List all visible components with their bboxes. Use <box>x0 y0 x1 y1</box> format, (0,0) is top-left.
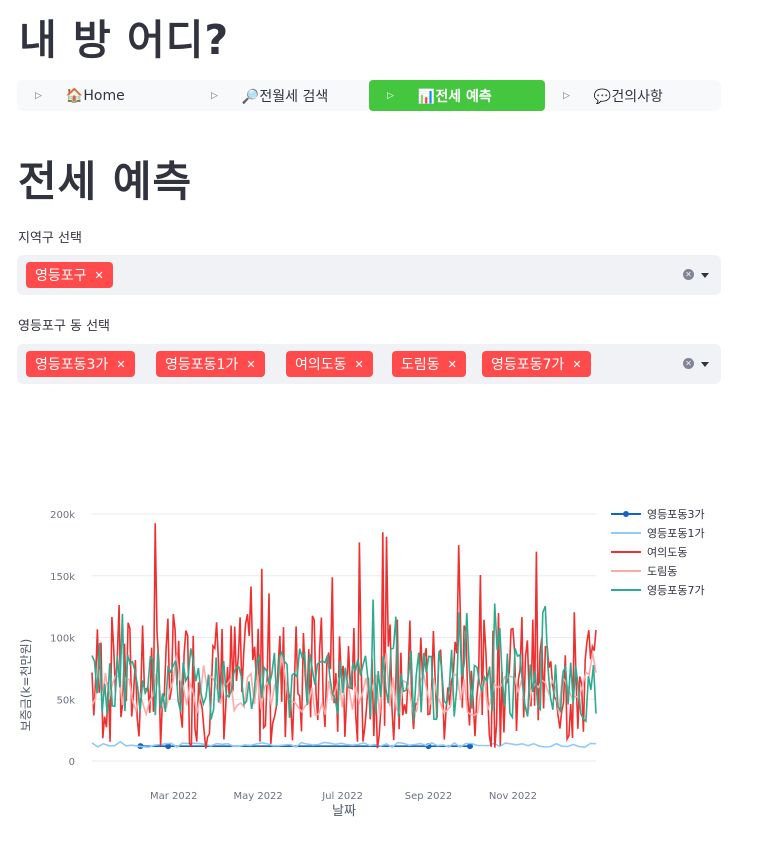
series-line <box>91 523 597 749</box>
chart-series <box>91 523 597 750</box>
legend-item[interactable]: 영등포동3가 <box>647 508 705 521</box>
x-tick-label: Mar 2022 <box>150 791 198 802</box>
chevron-down-icon[interactable] <box>701 362 709 367</box>
nav-item-home[interactable]: ▷ 🏠Home <box>17 80 193 111</box>
remove-tag-icon[interactable]: ✕ <box>355 358 364 371</box>
y-axis-label: 보증금(k=천만원) <box>18 639 33 732</box>
tag-label: 영등포구 <box>35 268 87 284</box>
chevron-down-icon[interactable] <box>701 273 709 278</box>
nav-item-label: 💬건의사항 <box>593 88 663 105</box>
y-tick-label: 150k <box>50 572 75 583</box>
x-tick-label: May 2022 <box>233 791 282 802</box>
nav-item-rent-search[interactable]: ▷ 🔎전월세 검색 <box>193 80 369 111</box>
legend-marker <box>623 511 629 517</box>
district-tag[interactable]: 영등포구 ✕ <box>26 262 113 288</box>
tag-label: 도림동 <box>401 357 440 373</box>
nav-item-label: 🏠Home <box>65 87 125 104</box>
page-title: 전세 예측 <box>18 157 193 206</box>
y-tick-label: 200k <box>50 510 75 521</box>
tag-label: 영등포동1가 <box>165 357 239 373</box>
remove-tag-icon[interactable]: ✕ <box>448 358 457 371</box>
deposit-line-chart: 0 50k 100k 150k 200k Mar 2022 May 2022 Jul 202… <box>18 508 705 819</box>
nav-item-jeonse-prediction[interactable]: ▷ 📊전세 예측 <box>369 80 545 111</box>
x-axis-label: 날짜 <box>332 804 356 819</box>
navigation-menu: ▷ 🏠Home ▷ 🔎전월세 검색 ▷ 📊전세 예측 ▷ 💬건의사항 <box>17 80 721 111</box>
caret-right-icon: ▷ <box>387 90 394 101</box>
x-tick-label: Sep 2022 <box>405 791 452 802</box>
caret-right-icon: ▷ <box>563 90 570 101</box>
dong-multiselect[interactable]: 영등포동3가 ✕ 영등포동1가 ✕ 여의도동 ✕ 도림동 ✕ 영등포동7가 ✕ … <box>17 344 721 384</box>
district-multiselect[interactable]: 영등포구 ✕ ✕ <box>17 255 721 295</box>
dong-tag[interactable]: 영등포동1가 ✕ <box>156 351 265 377</box>
dong-tag[interactable]: 도림동 ✕ <box>392 351 466 377</box>
dong-tag[interactable]: 영등포동7가 ✕ <box>482 351 591 377</box>
tag-label: 여의도동 <box>295 357 347 373</box>
dong-tag[interactable]: 영등포동3가 ✕ <box>26 351 135 377</box>
app-title: 내 방 어디? <box>19 16 230 64</box>
tag-label: 영등포동3가 <box>35 357 109 373</box>
nav-item-suggestions[interactable]: ▷ 💬건의사항 <box>545 80 721 111</box>
x-axis-ticks: Mar 2022 May 2022 Jul 2022 Sep 2022 Nov 2022 <box>150 791 537 802</box>
caret-right-icon: ▷ <box>35 90 42 101</box>
remove-tag-icon[interactable]: ✕ <box>246 358 255 371</box>
y-tick-label: 0 <box>69 757 75 768</box>
legend-item[interactable]: 영등포동1가 <box>647 527 705 540</box>
x-tick-label: Nov 2022 <box>489 791 537 802</box>
legend-item[interactable]: 영등포동7가 <box>647 584 705 597</box>
tag-label: 영등포동7가 <box>491 357 565 373</box>
y-tick-label: 50k <box>56 695 75 706</box>
caret-right-icon: ▷ <box>211 90 218 101</box>
x-tick-label: Jul 2022 <box>321 791 363 802</box>
y-tick-label: 100k <box>50 634 75 645</box>
district-select-label: 지역구 선택 <box>18 231 82 246</box>
nav-item-label: 🔎전월세 검색 <box>241 88 329 105</box>
legend-item[interactable]: 도림동 <box>647 565 677 578</box>
dong-tag[interactable]: 여의도동 ✕ <box>286 351 373 377</box>
remove-tag-icon[interactable]: ✕ <box>95 269 104 282</box>
dong-select-label: 영등포구 동 선택 <box>18 319 110 334</box>
remove-tag-icon[interactable]: ✕ <box>116 358 125 371</box>
chart-legend[interactable]: 영등포동3가영등포동1가여의도동도림동영등포동7가 <box>611 508 705 597</box>
remove-tag-icon[interactable]: ✕ <box>572 358 581 371</box>
legend-item[interactable]: 여의도동 <box>647 546 687 559</box>
nav-item-label: 📊전세 예측 <box>417 88 492 105</box>
clear-all-icon[interactable]: ✕ <box>683 269 694 280</box>
clear-all-icon[interactable]: ✕ <box>683 358 694 369</box>
y-axis-ticks: 0 50k 100k 150k 200k <box>50 510 75 768</box>
